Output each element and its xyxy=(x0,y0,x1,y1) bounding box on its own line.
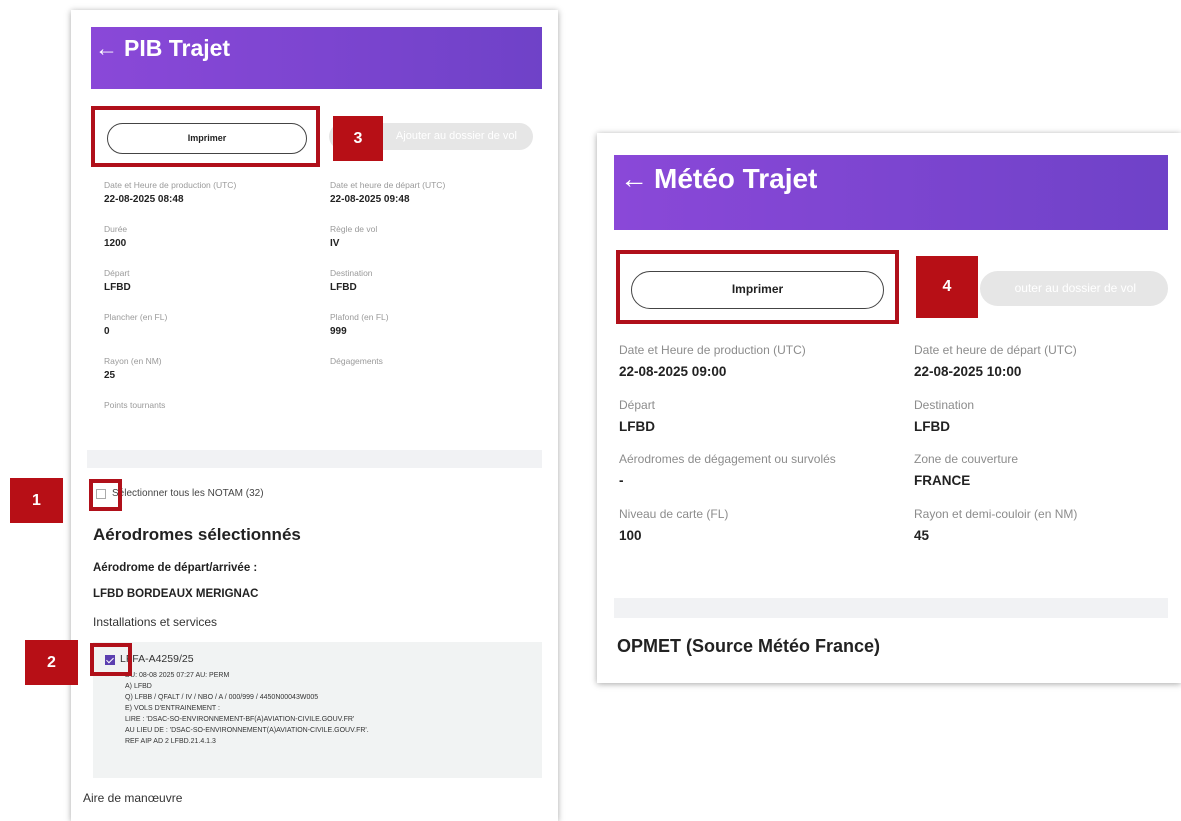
notam-body: DU: 08-08 2025 07:27 AU: PERM A) LFBD Q)… xyxy=(125,670,369,747)
section-title: Aérodromes sélectionnés xyxy=(93,525,301,544)
step-tag-4: 4 xyxy=(916,256,978,318)
notam-line: E) VOLS D'ENTRAINEMENT : xyxy=(125,705,220,712)
notam-card: LFFA-A4259/25 DU: 08-08 2025 07:27 AU: P… xyxy=(93,642,542,778)
page-title: Météo Trajet xyxy=(654,163,818,194)
alternates-field: Aérodromes de dégagement ou survolés - xyxy=(619,452,836,488)
radius-corridor-field: Rayon et demi-couloir (en NM) 45 xyxy=(914,507,1078,543)
production-date-field: Date et Heure de production (UTC) 22-08-… xyxy=(104,180,237,205)
pib-header: ← PIB Trajet xyxy=(91,27,542,89)
meteo-header: ← Météo Trajet xyxy=(614,155,1168,230)
departure-date-field: Date et heure de départ (UTC) 22-08-2025… xyxy=(330,180,446,205)
duration-field: Durée 1200 xyxy=(104,224,128,249)
destination-field: Destination LFBD xyxy=(330,268,373,293)
destination-field: Destination LFBD xyxy=(914,398,975,434)
notam-line: A) LFBD xyxy=(125,683,152,690)
ceiling-field: Plafond (en FL) 999 xyxy=(330,312,389,337)
highlight-select-all xyxy=(89,479,122,511)
departure-field: Départ LFBD xyxy=(619,398,656,434)
alternates-field: Dégagements xyxy=(330,356,383,366)
aerodrome-name: LFBD BORDEAUX MERIGNAC xyxy=(93,588,259,600)
page-title: PIB Trajet xyxy=(124,35,231,61)
highlight-notam-checkbox xyxy=(90,643,132,676)
back-arrow-icon[interactable]: ← xyxy=(95,35,118,61)
floor-field: Plancher (en FL) 0 xyxy=(104,312,168,337)
chart-level-field: Niveau de carte (FL) 100 xyxy=(619,507,729,543)
notam-line: AU LIEU DE : 'DSAC-SO-ENVIRONNEMENT(A)AV… xyxy=(125,727,369,734)
production-date-field: Date et Heure de production (UTC) 22-08-… xyxy=(619,343,806,379)
aerodrome-label: Aérodrome de départ/arrivée : xyxy=(93,562,258,574)
aire-manoeuvre-label: Aire de manœuvre xyxy=(83,791,183,805)
turning-points-field: Points tournants xyxy=(104,400,166,410)
highlight-print-left xyxy=(91,106,320,167)
section-divider xyxy=(614,598,1168,618)
notam-line: Q) LFBB / QFALT / IV / NBO / A / 000/999… xyxy=(125,694,319,701)
step-tag-3: 3 xyxy=(333,116,383,161)
step-tag-1: 1 xyxy=(10,478,63,523)
notam-line: DU: 08-08 2025 07:27 AU: PERM xyxy=(125,672,230,679)
opmet-title: OPMET (Source Météo France) xyxy=(617,636,881,656)
coverage-zone-field: Zone de couverture FRANCE xyxy=(914,452,1019,488)
flight-rule-field: Règle de vol IV xyxy=(330,224,378,249)
step-tag-2: 2 xyxy=(25,640,78,685)
departure-field: Départ LFBD xyxy=(104,268,131,293)
meteo-trajet-panel: ← Météo Trajet outer au dossier de vol Im… xyxy=(597,133,1181,683)
highlight-print-right xyxy=(616,250,899,324)
radius-field: Rayon (en NM) 25 xyxy=(104,356,162,381)
notam-line: LIRE : 'DSAC-SO-ENVIRONNEMENT-BF(A)AVIAT… xyxy=(125,716,355,723)
back-arrow-icon[interactable]: ← xyxy=(620,163,648,194)
section-divider xyxy=(87,450,542,468)
departure-date-field: Date et heure de départ (UTC) 22-08-2025… xyxy=(914,343,1077,379)
notam-line: REF AIP AD 2 LFBD.21.4.1.3 xyxy=(125,738,216,745)
add-to-flight-folder-button[interactable]: outer au dossier de vol xyxy=(980,271,1168,306)
installations-label: Installations et services xyxy=(93,615,218,629)
select-all-label: Sélectionner tous les NOTAM (32) xyxy=(112,488,264,499)
